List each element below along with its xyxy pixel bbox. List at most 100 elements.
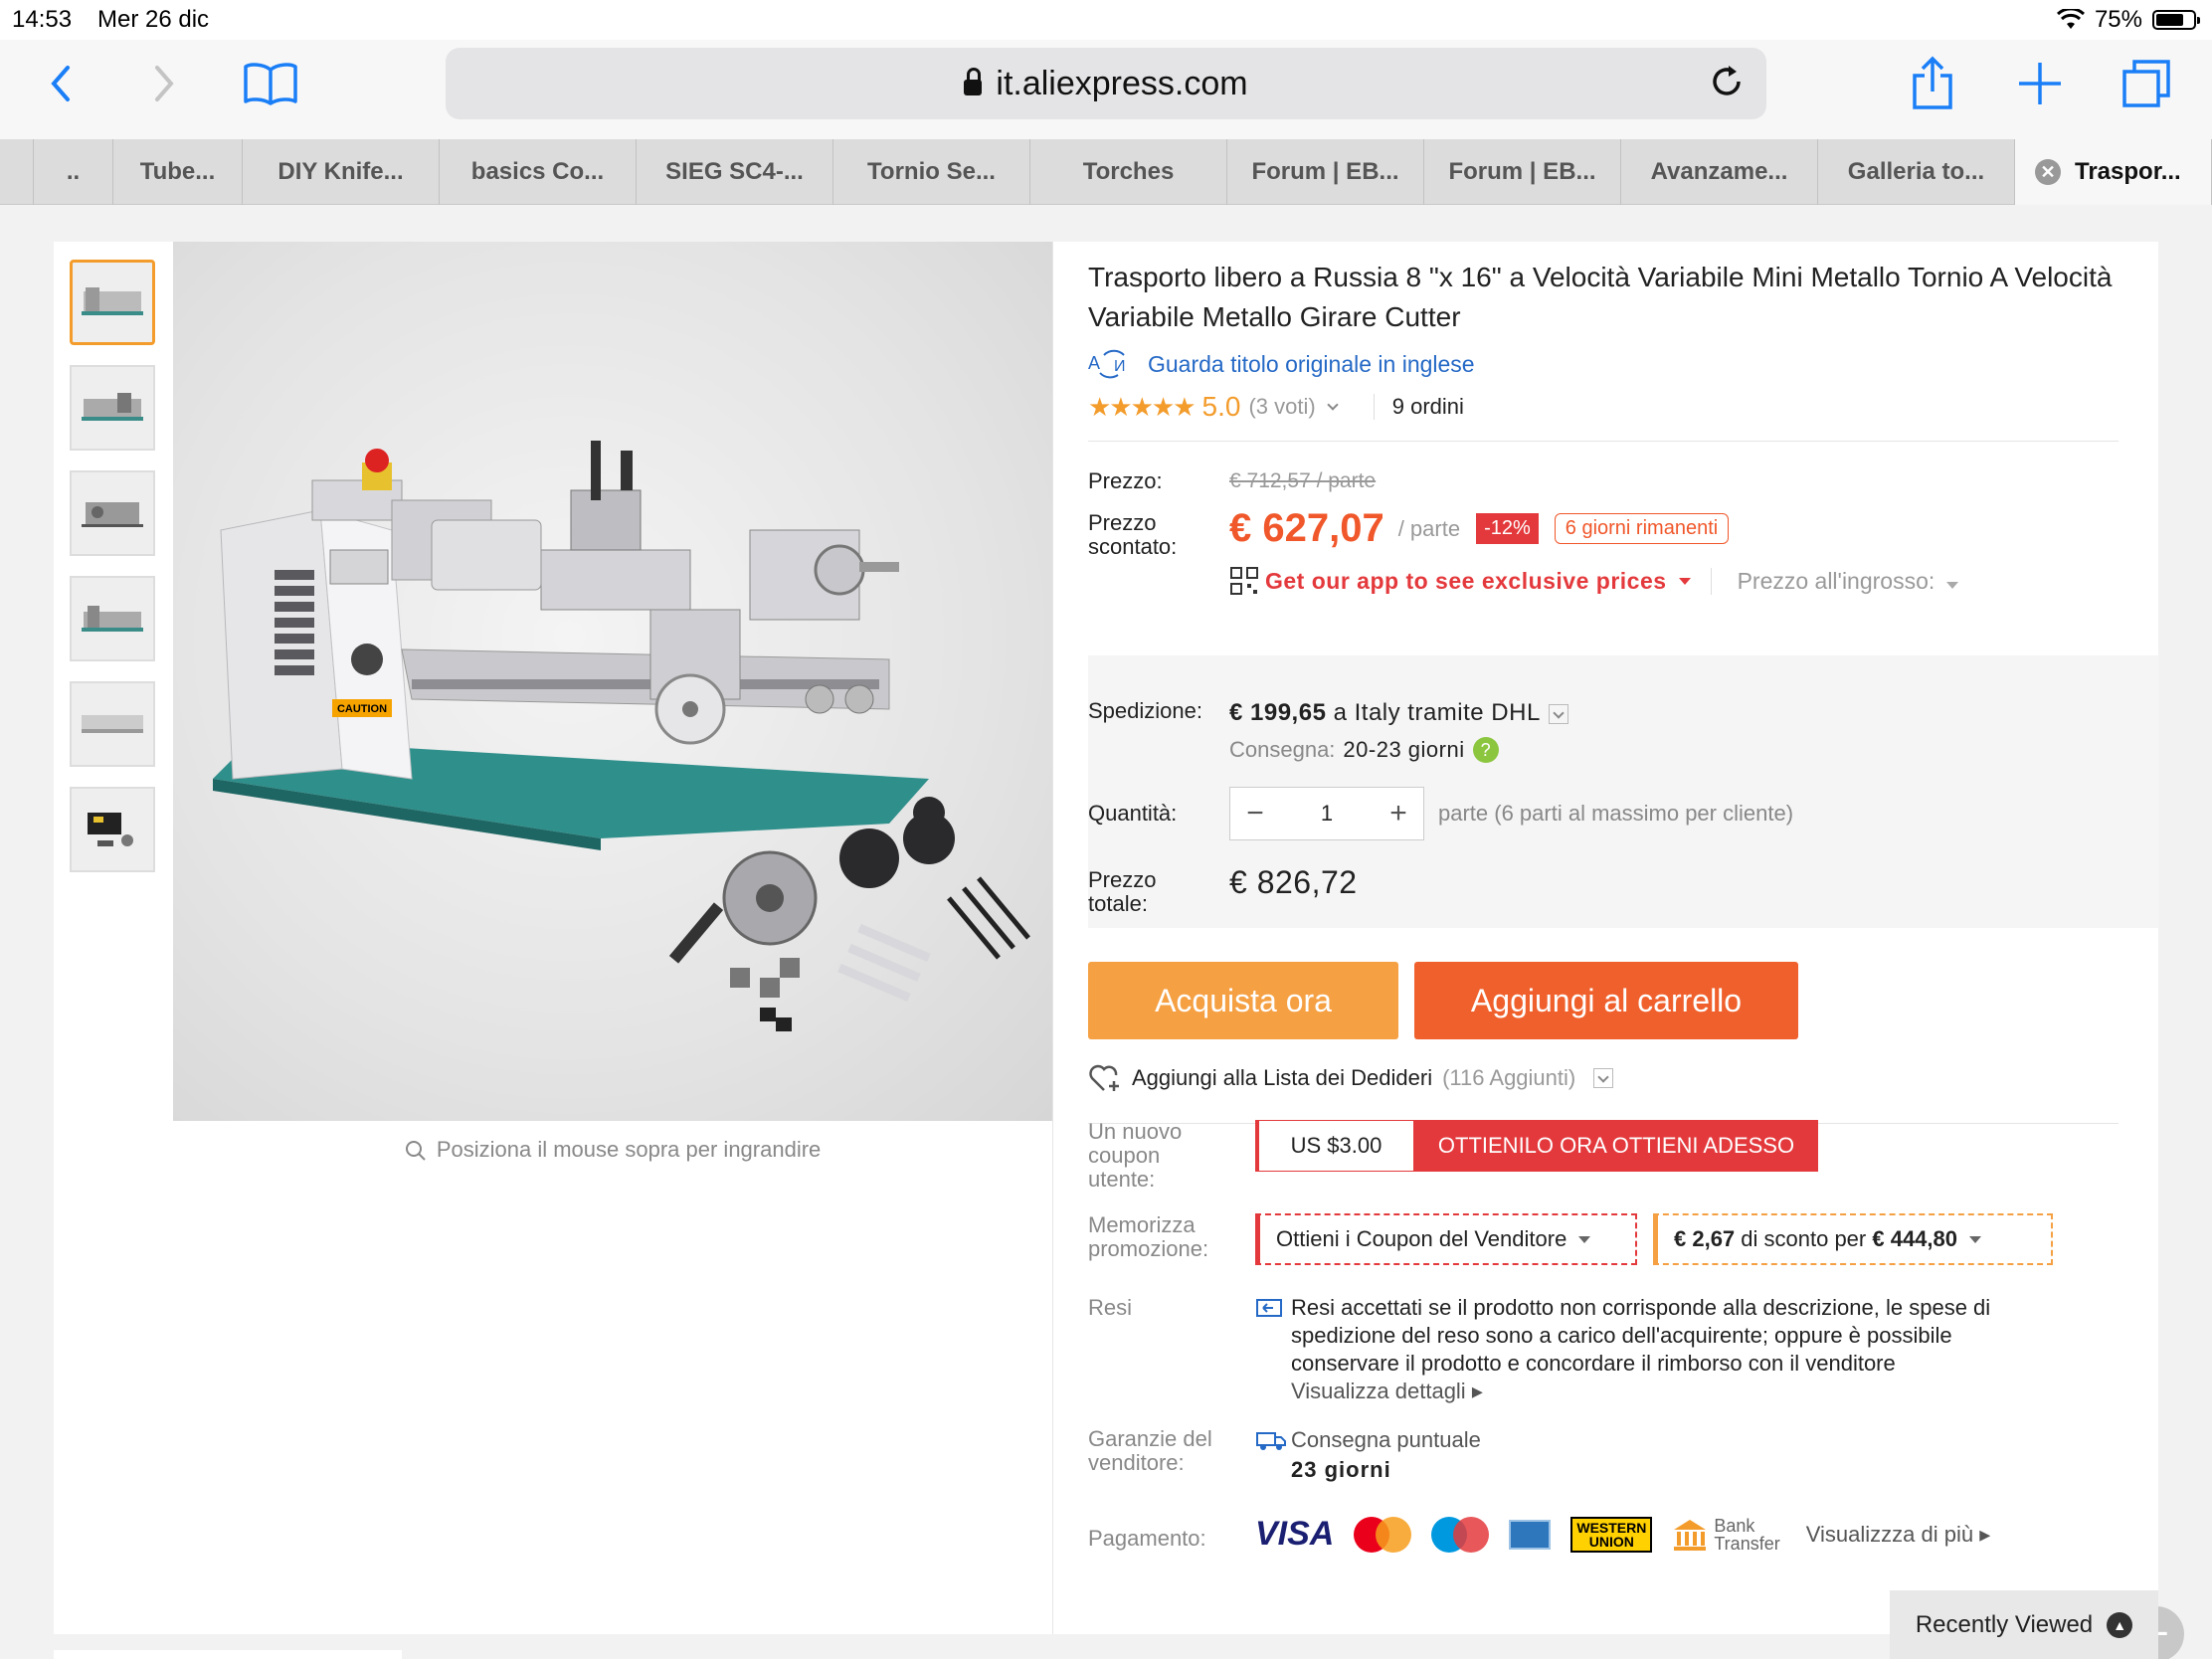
store-promo-label: Memorizza promozione: (1088, 1212, 1209, 1261)
tab-label: Tornio Se... (867, 158, 996, 185)
shipping-destination: a Italy tramite DHL (1326, 699, 1541, 726)
battery-fill (2156, 14, 2183, 26)
status-bar: 14:53 Mer 26 dic 75% (0, 0, 2212, 40)
share-button[interactable] (1906, 40, 1959, 127)
thumbnail-6[interactable] (70, 787, 155, 872)
heart-plus-icon (1089, 1064, 1119, 1091)
add-to-cart-button[interactable]: Aggiungi al carrello (1414, 962, 1798, 1039)
increment-button[interactable]: + (1374, 797, 1423, 830)
payment-more-text: Visualizzza di più (1805, 1521, 1974, 1547)
thumbnail-2[interactable] (70, 365, 155, 451)
returns-text: Resi accettati se il prodotto non corris… (1291, 1295, 1991, 1376)
wholesale-price-link[interactable]: Prezzo all'ingrosso: (1710, 567, 1959, 595)
discount-price-label: Prezzo scontato: (1088, 510, 1178, 559)
thumbnail-list (70, 260, 159, 892)
get-coupon-button[interactable]: OTTIENILO ORA OTTIENI ADESSO (1414, 1120, 1818, 1172)
wishlist-row[interactable]: Aggiungi alla Lista dei Dedideri (116 Ag… (1088, 1063, 1614, 1093)
wishlist-count: (116 Aggiunti) (1442, 1065, 1576, 1090)
chevron-right-icon (155, 66, 174, 101)
address-bar[interactable]: it.aliexpress.com (446, 48, 1766, 119)
search-icon (405, 1141, 426, 1161)
book-icon (244, 63, 297, 105)
bottom-strip (54, 1650, 402, 1659)
tab-label: Galleria to... (1847, 158, 1985, 185)
guarantee-info: Consegna puntuale 23 giorni (1255, 1425, 1481, 1485)
tab-label: basics Co... (470, 158, 605, 185)
tabs-icon (2122, 60, 2170, 107)
tab-item-active[interactable]: ✕ Traspor... (2015, 139, 2212, 205)
product-main-image[interactable]: CAUTION (173, 242, 1052, 1121)
vote-count[interactable]: (3 voti) (1248, 394, 1315, 420)
original-title-link[interactable]: AИ Guarda titolo originale in inglese (1088, 349, 1475, 379)
delivery-label: Consegna: (1229, 737, 1336, 762)
forward-button[interactable] (145, 40, 185, 127)
app-promo-link[interactable]: Get our app to see exclusive prices (1265, 568, 1667, 595)
back-button[interactable] (40, 40, 80, 127)
chevron-down-icon[interactable] (1593, 1068, 1614, 1088)
tab-item[interactable]: basics Co... (440, 139, 637, 205)
buy-now-button[interactable]: Acquista ora (1088, 962, 1398, 1039)
tab-item[interactable]: Tornio Se... (833, 139, 1030, 205)
returns-details-link[interactable]: Visualizza dettagli ▸ (1291, 1379, 1483, 1403)
bank-transfer-logo: Bank Transfer (1672, 1517, 1780, 1553)
recently-viewed-button[interactable]: Recently Viewed ▲ (1890, 1590, 2158, 1659)
tab-item[interactable] (0, 139, 34, 205)
seller-coupon-dropdown[interactable]: Ottieni i Coupon del Venditore (1255, 1213, 1637, 1265)
store-discount-dropdown[interactable]: € 2,67 di sconto per € 444,80 (1653, 1213, 2053, 1265)
rating-score: 5.0 (1201, 391, 1241, 422)
wishlist-text: Aggiungi alla Lista dei Dedideri (1132, 1065, 1433, 1090)
thumbnail-4[interactable] (70, 576, 155, 661)
caret-down-icon (1578, 1235, 1591, 1243)
thumbnail-3[interactable] (70, 470, 155, 556)
discount-price-row: € 627,07 / parte -12% 6 giorni rimanenti (1229, 506, 1730, 551)
mastercard-logo (1354, 1516, 1412, 1553)
tab-strip: .. Tube... DIY Knife... basics Co... SIE… (0, 139, 2212, 205)
current-price: € 627,07 (1229, 506, 1384, 550)
new-user-coupon[interactable]: US $3.00 OTTIENILO ORA OTTIENI ADESSO (1255, 1120, 1818, 1172)
bookmarks-button[interactable] (239, 40, 302, 127)
western-union-logo: WESTERN UNION (1570, 1516, 1653, 1553)
svg-text:A: A (1088, 353, 1100, 373)
help-icon[interactable]: ? (1472, 737, 1499, 763)
tab-item[interactable]: .. (34, 139, 113, 205)
new-user-coupon-label: Un nuovo coupon utente: (1088, 1119, 1183, 1192)
thumbnail-5[interactable] (70, 681, 155, 767)
tab-item[interactable]: DIY Knife... (243, 139, 440, 205)
column-divider (1052, 242, 1053, 1634)
thumbnail-1[interactable] (70, 260, 155, 345)
chevron-up-icon: ▲ (2107, 1611, 2133, 1638)
total-price-label: Prezzo totale: (1088, 867, 1157, 916)
product-card: CAUTION Posiziona il mouse sopra per ing… (54, 242, 2158, 1634)
zoom-hint: Posiziona il mouse sopra per ingrandire (173, 1137, 1052, 1163)
tabs-overview-button[interactable] (2119, 40, 2174, 127)
tab-item[interactable]: SIEG SC4-... (637, 139, 833, 205)
tab-item[interactable]: Forum | EB... (1227, 139, 1424, 205)
tab-item[interactable]: Tube... (113, 139, 243, 205)
tab-item[interactable]: Galleria to... (1818, 139, 2015, 205)
tab-label: Tube... (139, 158, 216, 185)
original-price: € 712,57 / parte (1229, 469, 1377, 492)
original-title-text: Guarda titolo originale in inglese (1148, 350, 1475, 377)
caret-down-icon[interactable] (1678, 577, 1691, 585)
tab-item[interactable]: Torches (1030, 139, 1227, 205)
reload-button[interactable] (1709, 64, 1745, 108)
close-tab-icon[interactable]: ✕ (2035, 159, 2061, 185)
product-title: Trasporto libero a Russia 8 "x 16" a Vel… (1088, 262, 2113, 332)
tab-label: Forum | EB... (1448, 158, 1596, 185)
discount-badge: -12% (1476, 513, 1539, 544)
shipping-value[interactable]: € 199,65 a Italy tramite DHL (1229, 699, 1568, 727)
chevron-down-icon[interactable] (1548, 703, 1568, 724)
tab-item[interactable]: Forum | EB... (1424, 139, 1621, 205)
chevron-down-icon[interactable] (1324, 397, 1344, 417)
translate-icon: AИ (1088, 349, 1126, 379)
zoom-hint-text: Posiziona il mouse sopra per ingrandire (436, 1137, 822, 1162)
url-text: it.aliexpress.com (996, 64, 1248, 102)
payment-more-link[interactable]: Visualizzza di più ▸ (1806, 1522, 1991, 1548)
separator (1373, 394, 1375, 420)
tab-item[interactable]: Avanzame... (1621, 139, 1818, 205)
browser-toolbar: it.aliexpress.com (0, 40, 2212, 139)
quantity-input[interactable]: 1 (1280, 801, 1374, 827)
status-time: 14:53 (12, 6, 73, 33)
new-tab-button[interactable] (2013, 40, 2067, 127)
decrement-button[interactable]: − (1230, 797, 1280, 830)
